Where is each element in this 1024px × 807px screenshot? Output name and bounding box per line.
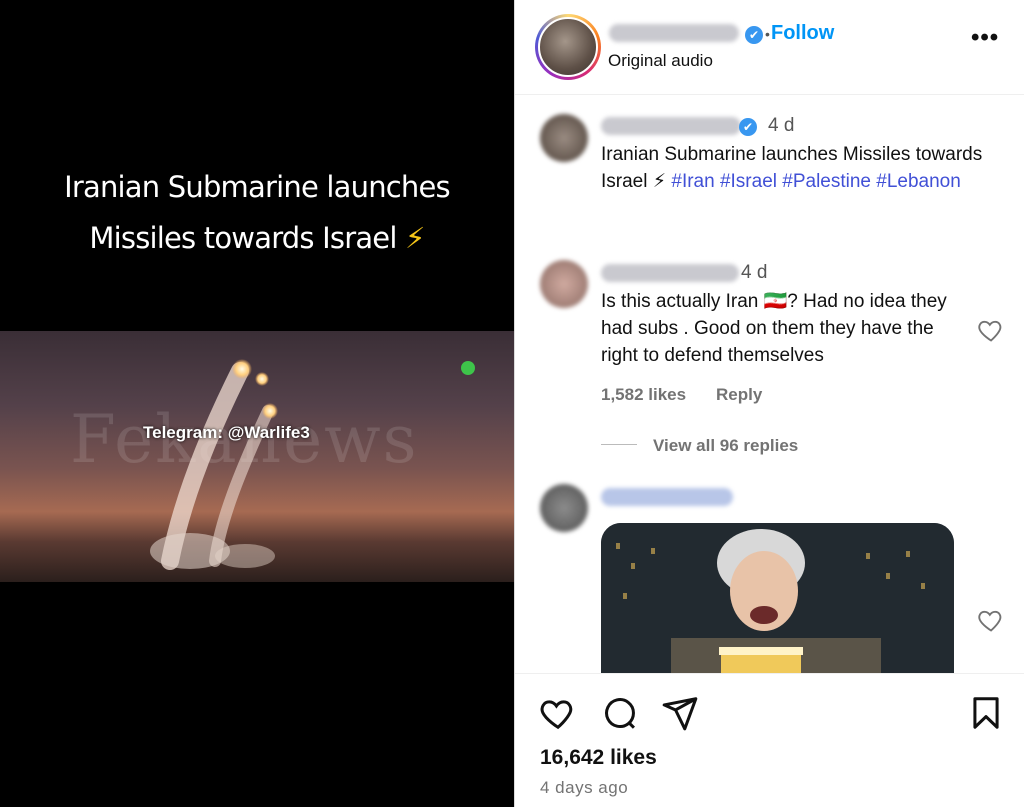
video-frame: Fekanews Telegram: @Warlife3: [0, 331, 514, 582]
caption-author-avatar[interactable]: [540, 114, 588, 162]
replies-divider: [601, 444, 637, 445]
commenter-username[interactable]: [601, 264, 739, 282]
caption-verified-icon: ✔: [739, 118, 757, 136]
gif-scene-graphic: [601, 523, 954, 673]
bookmark-icon[interactable]: [967, 694, 1005, 732]
commenter2-username[interactable]: [601, 488, 733, 506]
post-like-count[interactable]: 16,642 likes: [540, 746, 657, 770]
missile-trails-graphic: [150, 359, 278, 570]
post-actions-bar: 16,642 likes 4 days ago: [515, 673, 1024, 807]
author-username[interactable]: [609, 24, 739, 42]
post-sidebar: ✔ • Follow Original audio ••• ✔ 4 d Iran…: [514, 0, 1024, 807]
video-caption-line1: Iranian Submarine launches: [64, 170, 451, 204]
telegram-watermark: Telegram: @Warlife3: [143, 423, 310, 442]
caption-text: Iranian Submarine launches Missiles towa…: [601, 141, 1006, 195]
comment-like-count[interactable]: 1,582 likes: [601, 385, 686, 405]
caption-time: 4 d: [768, 115, 795, 136]
lightning-emoji: ⚡: [405, 221, 425, 255]
comment-time: 4 d: [741, 262, 768, 283]
comment-icon[interactable]: [601, 694, 639, 732]
author-avatar[interactable]: [535, 14, 601, 80]
separator-dot: •: [765, 26, 770, 42]
share-icon[interactable]: [661, 694, 699, 732]
caption-hashtags[interactable]: #Iran #Israel #Palestine #Lebanon: [671, 171, 960, 192]
post-media[interactable]: Iranian Submarine launches Missiles towa…: [0, 0, 514, 807]
green-dot: [461, 361, 475, 375]
view-replies-button[interactable]: View all 96 replies: [653, 436, 798, 456]
reply-button[interactable]: Reply: [716, 385, 762, 405]
video-caption-overlay: Iranian Submarine launches Missiles towa…: [0, 162, 514, 264]
comment-gif[interactable]: [601, 523, 954, 673]
verified-badge-icon: ✔: [745, 26, 763, 44]
more-options-icon[interactable]: •••: [971, 24, 999, 52]
comment2-like-heart-icon[interactable]: [977, 606, 1005, 634]
video-caption-line2: Missiles towards Israel: [89, 221, 397, 255]
comment-text: Is this actually Iran 🇮🇷? Had no idea th…: [601, 291, 947, 366]
post-time-ago[interactable]: 4 days ago: [540, 778, 628, 798]
like-heart-icon[interactable]: [539, 694, 577, 732]
follow-button[interactable]: Follow: [771, 22, 834, 45]
post-header: ✔ • Follow Original audio •••: [515, 0, 1024, 95]
commenter-avatar[interactable]: [540, 260, 588, 308]
comment-like-heart-icon[interactable]: [977, 316, 1005, 344]
commenter2-avatar[interactable]: [540, 484, 588, 532]
caption-author-username[interactable]: [601, 117, 741, 135]
original-audio-link[interactable]: Original audio: [608, 51, 713, 71]
